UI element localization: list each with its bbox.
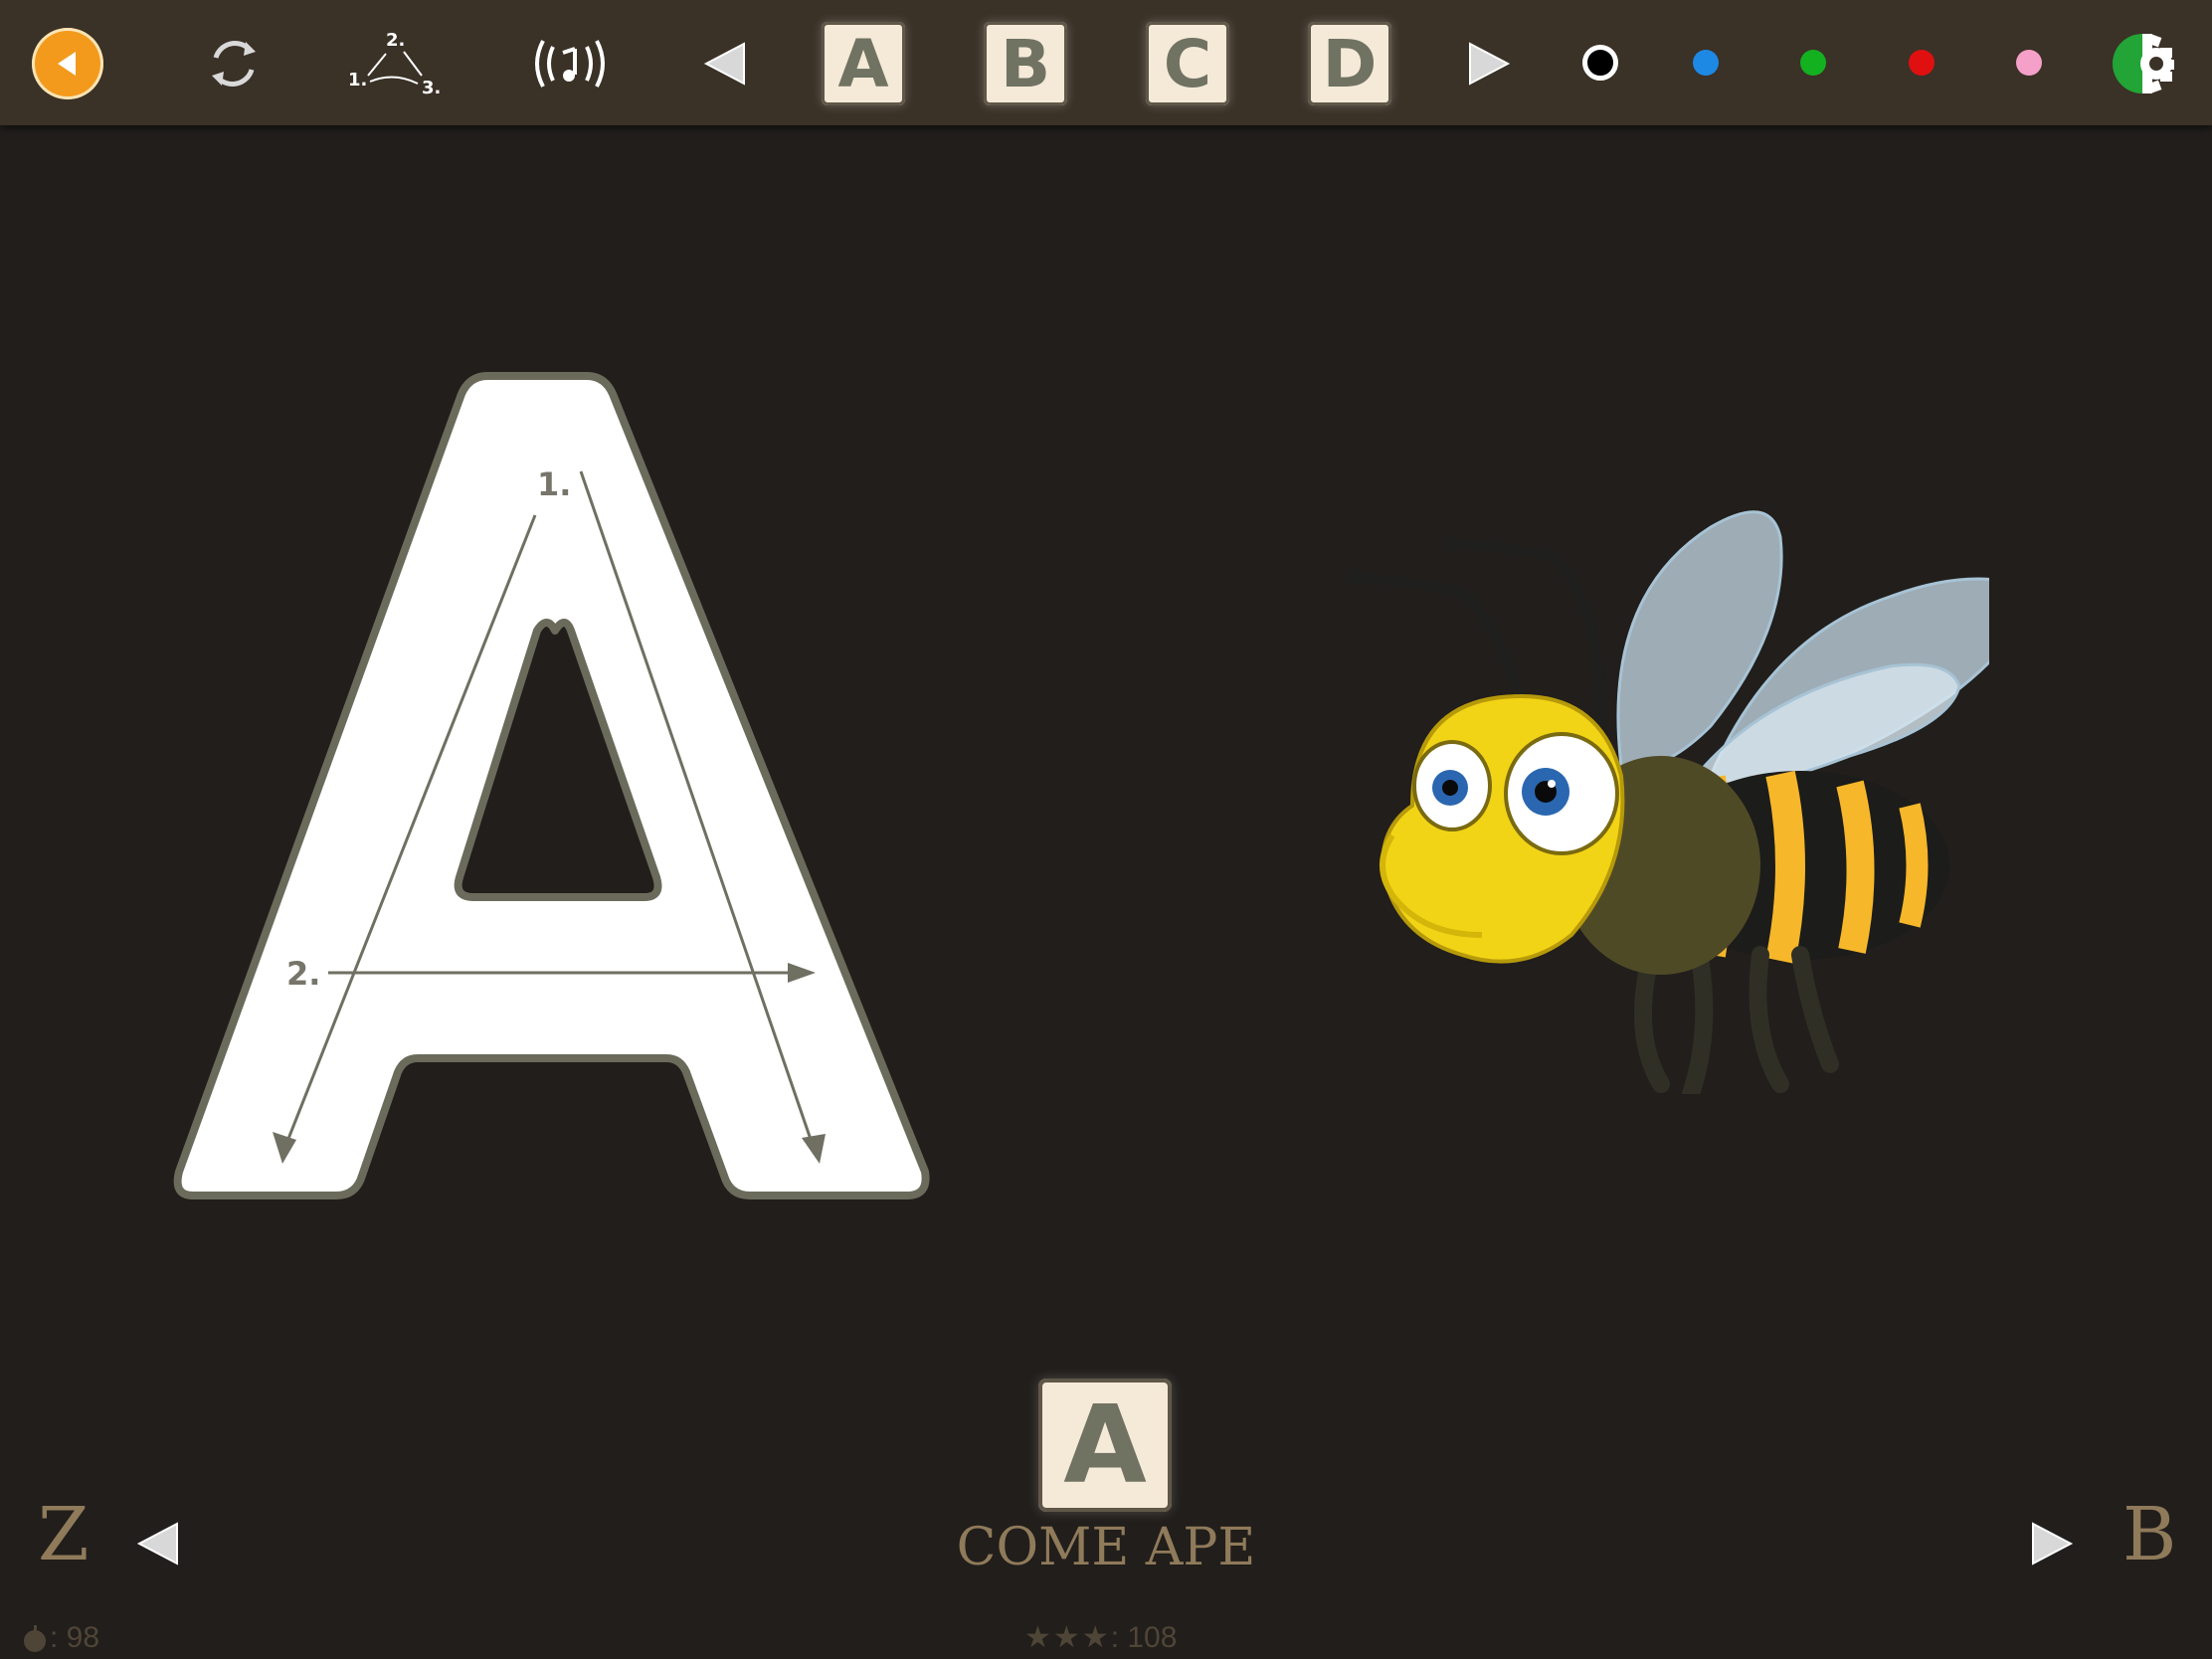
svg-text:1.: 1. [348, 70, 367, 91]
sound-icon [535, 40, 605, 88]
refresh-button[interactable] [199, 22, 269, 105]
color-blue[interactable] [1693, 50, 1719, 76]
stars-count: : 108 [1110, 1620, 1178, 1654]
apples-count: : 98 [50, 1621, 100, 1654]
back-button[interactable] [32, 28, 103, 99]
back-icon [58, 52, 76, 76]
color-green[interactable] [1800, 50, 1826, 76]
stars-icon: ★★★ [1024, 1621, 1111, 1654]
refresh-icon [212, 41, 256, 87]
letter-tile-a[interactable]: A [822, 22, 905, 105]
triangle-left-icon [703, 42, 745, 86]
svg-text:2.: 2. [386, 30, 405, 51]
svg-text:3.: 3. [422, 78, 441, 98]
current-letter-tile[interactable]: A [1038, 1379, 1172, 1512]
apple-icon [24, 1625, 46, 1652]
tracing-letter-a[interactable]: 1. 2. [169, 368, 945, 1203]
toolbar: 2. 1. 3. A B C D [0, 0, 2212, 125]
stroke-label-1: 1. [537, 465, 571, 503]
stroke-order-button[interactable]: 2. 1. 3. [346, 22, 446, 105]
color-red[interactable] [1909, 50, 1935, 76]
stroke-label-2: 2. [286, 955, 320, 993]
triangle-right-icon [1469, 42, 1511, 86]
sound-button[interactable] [525, 22, 615, 105]
color-black[interactable] [1582, 45, 1618, 81]
letters-next-button[interactable] [1458, 22, 1518, 105]
letters-prev-button[interactable] [696, 22, 756, 105]
next-letter-label: B [2122, 1492, 2177, 1577]
stroke-order-icon: 2. 1. 3. [348, 30, 441, 98]
triangle-right-icon [2032, 1522, 2074, 1566]
apples-counter: : 98 [20, 1621, 99, 1655]
letter-tile-d[interactable]: D [1308, 22, 1391, 105]
letter-tile-b[interactable]: B [984, 22, 1067, 105]
bee-illustration [1346, 510, 1989, 1094]
next-letter-button[interactable] [2021, 1514, 2081, 1573]
stars-counter: ★★★ : 108 [1024, 1620, 1177, 1655]
settings-button[interactable] [2105, 22, 2180, 105]
word-label: COME APE [956, 1518, 1256, 1577]
settings-icon [2113, 34, 2174, 93]
letter-tile-c[interactable]: C [1146, 22, 1229, 105]
color-pink[interactable] [2016, 50, 2042, 76]
